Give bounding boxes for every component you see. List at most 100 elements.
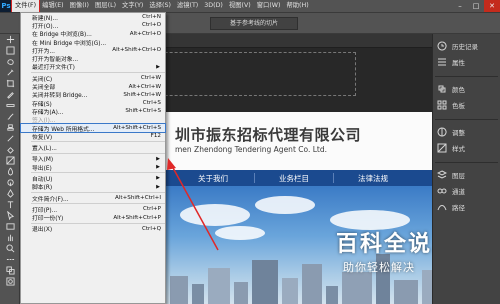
crop-tool-icon[interactable] <box>0 78 20 89</box>
styles-icon <box>437 143 447 153</box>
color-swatch-icon[interactable] <box>0 265 20 276</box>
healing-brush-icon[interactable] <box>0 100 20 111</box>
menu-item-label: 退出(X) <box>32 227 53 234</box>
file-menu-item[interactable]: 文件简介(F)... Alt+Shift+Ctrl+I <box>21 194 165 203</box>
hand-tool-icon[interactable] <box>0 232 20 243</box>
nav-divider <box>254 173 255 183</box>
paths-icon <box>437 202 447 212</box>
file-menu-item[interactable]: 打印一份(Y) Alt+Shift+Ctrl+P <box>21 214 165 223</box>
blur-tool-icon[interactable] <box>0 166 20 177</box>
menu-item-label: 脚本(R) <box>32 185 53 192</box>
menu-item-shortcut: Ctrl+W <box>140 75 161 82</box>
panel-swatches[interactable]: 色板 <box>437 97 496 113</box>
menu-edit[interactable]: 编辑(E) <box>39 0 67 12</box>
menu-item-label: 打印一份(Y) <box>32 216 64 223</box>
company-name-cn: 圳市振东招标代理有限公司 <box>175 126 362 144</box>
panel-label: 属性 <box>452 59 465 67</box>
file-menu-item[interactable]: 恢复(V) F12 <box>21 132 165 141</box>
panel-adjustments[interactable]: 调整 <box>437 124 496 140</box>
type-tool-icon[interactable] <box>0 199 20 210</box>
pen-tool-icon[interactable] <box>0 188 20 199</box>
minimize-button[interactable]: – <box>452 0 468 12</box>
layers-icon <box>437 170 447 180</box>
channels-icon <box>437 186 447 196</box>
rectangle-tool-icon[interactable] <box>0 221 20 232</box>
panel-label: 调整 <box>452 129 465 137</box>
menu-item-shortcut: Ctrl+S <box>142 100 161 107</box>
site-header: 圳市振东招标代理有限公司 men Zhendong Tendering Agen… <box>160 112 432 170</box>
menu-item-shortcut: Alt+Shift+Ctrl+O <box>112 47 161 54</box>
panel-channels[interactable]: 通道 <box>437 183 496 199</box>
panel-layers[interactable]: 图层 <box>437 167 496 183</box>
adjustments-icon <box>437 127 447 137</box>
file-menu-item[interactable]: 导出(E) ▶ <box>21 163 165 172</box>
properties-icon <box>437 57 447 67</box>
nav-business: 业务栏目 <box>279 173 309 183</box>
marquee-tool-icon[interactable] <box>0 45 20 56</box>
panel-history[interactable]: 历史记录 <box>437 38 496 54</box>
file-menu-item[interactable]: 脚本(R) ▶ <box>21 183 165 192</box>
quick-select-tool-icon[interactable] <box>0 67 20 78</box>
panel-label: 通道 <box>452 188 465 196</box>
zoom-tool-icon[interactable] <box>0 243 20 254</box>
file-menu-item[interactable]: 置入(L)... <box>21 143 165 153</box>
submenu-arrow-icon: ▶ <box>156 175 160 182</box>
lasso-tool-icon[interactable] <box>0 56 20 67</box>
eraser-tool-icon[interactable] <box>0 144 20 155</box>
gradient-tool-icon[interactable] <box>0 155 20 166</box>
nav-divider <box>333 173 334 183</box>
menu-item-shortcut: Ctrl+N <box>142 14 161 21</box>
menu-type[interactable]: 文字(Y) <box>119 0 146 12</box>
panel-label: 色板 <box>452 102 465 110</box>
menu-item-label: 文件简介(F)... <box>32 196 69 203</box>
brush-tool-icon[interactable] <box>0 111 20 122</box>
more-tools-icon[interactable] <box>0 254 20 265</box>
window-controls: – □ ✕ <box>452 0 500 12</box>
move-tool-icon[interactable] <box>0 34 20 45</box>
menu-item-shortcut: Ctrl+P <box>142 206 161 213</box>
panel-label: 图层 <box>452 172 465 180</box>
menu-3d[interactable]: 3D(D) <box>201 0 226 12</box>
panel-color[interactable]: 颜色 <box>437 81 496 97</box>
swatches-icon <box>437 100 447 110</box>
menu-item-label: 导出(E) <box>32 165 52 172</box>
maximize-button[interactable]: □ <box>468 0 484 12</box>
menu-item-shortcut: F12 <box>150 133 161 140</box>
photoshop-logo: Ps <box>0 0 12 12</box>
menu-layer[interactable]: 图层(L) <box>92 0 119 12</box>
close-button[interactable]: ✕ <box>484 0 500 12</box>
panel-paths[interactable]: 路径 <box>437 199 496 215</box>
submenu-arrow-icon: ▶ <box>156 155 160 162</box>
file-menu-dropdown: 新建(N)... Ctrl+N 打开(O)... Ctrl+O 在 Bridge 中浏览… <box>20 12 166 304</box>
nav-about: 关于我们 <box>198 173 228 183</box>
slices-from-guides-button[interactable]: 基于参考线的切片 <box>210 17 298 30</box>
submenu-arrow-icon: ▶ <box>156 183 160 190</box>
submenu-arrow-icon: ▶ <box>156 164 160 171</box>
clone-stamp-icon[interactable] <box>0 122 20 133</box>
eyedropper-tool-icon[interactable] <box>0 89 20 100</box>
menu-select[interactable]: 选择(S) <box>146 0 174 12</box>
quick-mask-icon[interactable] <box>0 276 20 287</box>
document-canvas[interactable]: 圳市振东招标代理有限公司 men Zhendong Tendering Agen… <box>160 112 432 304</box>
panel-label: 历史记录 <box>452 43 478 51</box>
menu-window[interactable]: 窗口(W) <box>254 0 284 12</box>
history-brush-icon[interactable] <box>0 133 20 144</box>
file-menu-item[interactable]: 退出(X) Ctrl+Q <box>21 225 165 234</box>
menu-item-shortcut: Alt+Ctrl+O <box>129 30 161 37</box>
menu-image[interactable]: 图像(I) <box>67 0 92 12</box>
menu-item-shortcut: Ctrl+O <box>141 22 161 29</box>
file-menu-item[interactable]: 最近打开文件(T) ▶ <box>21 63 165 72</box>
menu-help[interactable]: 帮助(H) <box>283 0 311 12</box>
menu-item-shortcut: Shift+Ctrl+W <box>123 91 161 98</box>
path-select-icon[interactable] <box>0 210 20 221</box>
menu-item-shortcut: Alt+Shift+Ctrl+S <box>113 125 161 131</box>
menu-view[interactable]: 视图(V) <box>226 0 254 12</box>
panel-styles[interactable]: 样式 <box>437 140 496 156</box>
menu-file[interactable]: 文件(F) <box>10 0 41 13</box>
menu-item-label: 置入(L)... <box>32 146 57 153</box>
watermark-title: 百科全说 <box>336 232 433 257</box>
dodge-tool-icon[interactable] <box>0 177 20 188</box>
color-icon <box>437 84 447 94</box>
panel-properties[interactable]: 属性 <box>437 54 496 70</box>
menu-filter[interactable]: 滤镜(T) <box>174 0 201 12</box>
